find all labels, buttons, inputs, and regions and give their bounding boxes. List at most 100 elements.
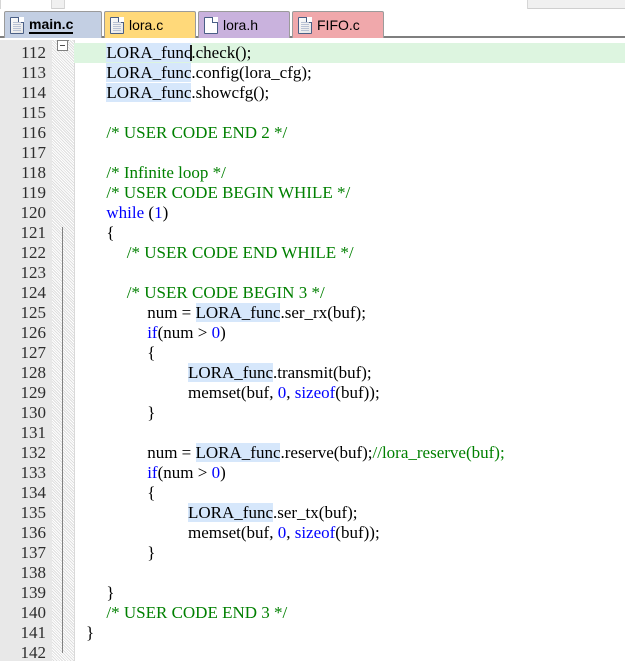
line-number: 122 bbox=[20, 243, 47, 262]
line-number: 128 bbox=[20, 363, 47, 382]
code-text: } bbox=[147, 403, 156, 422]
code-comment: /* USER CODE END WHILE */ bbox=[126, 243, 354, 262]
code-number: 0 bbox=[277, 383, 287, 402]
toolbar-group-main[interactable] bbox=[64, 0, 528, 9]
code-line[interactable]: /* USER CODE END 2 */ bbox=[74, 123, 625, 143]
code-line[interactable]: /* USER CODE BEGIN WHILE */ bbox=[74, 183, 625, 203]
code-line[interactable] bbox=[74, 143, 625, 163]
code-text: .transmit(buf); bbox=[272, 363, 372, 382]
code-line[interactable]: LORA_func.check(); bbox=[74, 43, 625, 63]
code-line[interactable] bbox=[74, 643, 625, 661]
code-line[interactable]: } bbox=[74, 543, 625, 563]
code-line-content: LORA_func.showcfg(); bbox=[74, 83, 269, 102]
fold-collapse-button[interactable] bbox=[57, 40, 68, 51]
editor-tab-lora-h[interactable]: lora.h bbox=[198, 11, 290, 38]
code-editor-window: main.c lora.c lora.h FIFO.c 112 113 114 115 116… bbox=[0, 0, 625, 661]
code-keyword: sizeof bbox=[294, 383, 336, 402]
editor-tab-FIFO-c[interactable]: FIFO.c bbox=[292, 11, 384, 38]
code-occurrence-highlight: LORA_func bbox=[106, 83, 192, 102]
code-line[interactable] bbox=[74, 103, 625, 123]
line-number: 119 bbox=[21, 183, 46, 202]
code-line[interactable]: LORA_func.config(lora_cfg); bbox=[74, 63, 625, 83]
code-line[interactable]: /* USER CODE END 3 */ bbox=[74, 603, 625, 623]
editor-body[interactable]: 112 113 114 115 116 117 118 119 120 121 122 123 124 1… bbox=[0, 40, 625, 661]
line-number: 118 bbox=[21, 163, 46, 182]
code-line[interactable] bbox=[74, 423, 625, 443]
code-number: 0 bbox=[277, 523, 287, 542]
code-comment: /* USER CODE END 3 */ bbox=[106, 603, 288, 622]
code-line[interactable]: memset(buf, 0, sizeof(buf)); bbox=[74, 523, 625, 543]
code-occurrence-highlight: LORA_func bbox=[106, 43, 192, 62]
line-number: 138 bbox=[20, 563, 47, 582]
code-line-content: /* USER CODE END 3 */ bbox=[74, 603, 287, 622]
code-text: , bbox=[286, 383, 295, 402]
code-line[interactable]: LORA_func.ser_tx(buf); bbox=[74, 503, 625, 523]
code-line[interactable]: /* USER CODE END WHILE */ bbox=[74, 243, 625, 263]
editor-tab-label: lora.h bbox=[223, 17, 259, 33]
code-line[interactable]: { bbox=[74, 483, 625, 503]
line-number: 117 bbox=[21, 143, 46, 162]
code-line[interactable]: { bbox=[74, 343, 625, 363]
code-line[interactable]: while (1) bbox=[74, 203, 625, 223]
code-line[interactable]: } bbox=[74, 583, 625, 603]
code-text: { bbox=[147, 483, 156, 502]
code-line-content bbox=[74, 563, 86, 582]
code-comment: /* USER CODE BEGIN 3 */ bbox=[126, 283, 325, 302]
code-line[interactable]: if(num > 0) bbox=[74, 463, 625, 483]
line-number: 141 bbox=[20, 623, 47, 642]
code-line[interactable]: if(num > 0) bbox=[74, 323, 625, 343]
code-line-content: } bbox=[74, 403, 155, 422]
code-comment: /* USER CODE END 2 */ bbox=[106, 123, 288, 142]
line-number: 121 bbox=[20, 223, 47, 242]
editor-tab-main-c[interactable]: main.c bbox=[4, 11, 102, 38]
line-number: 115 bbox=[21, 103, 46, 122]
code-line-content bbox=[74, 263, 86, 282]
code-line[interactable]: /* USER CODE BEGIN 3 */ bbox=[74, 283, 625, 303]
code-line-content bbox=[74, 103, 86, 122]
code-text: { bbox=[106, 223, 115, 242]
toolbar-group-left[interactable] bbox=[0, 0, 52, 9]
line-number-gutter: 112 113 114 115 116 117 118 119 120 121 122 123 124 1… bbox=[0, 40, 52, 661]
code-occurrence-highlight: LORA_func bbox=[195, 303, 281, 322]
line-number: 112 bbox=[21, 43, 46, 62]
code-keyword: sizeof bbox=[294, 523, 336, 542]
line-number: 126 bbox=[20, 323, 47, 342]
line-number: 114 bbox=[21, 83, 46, 102]
fold-end-marker bbox=[62, 40, 69, 41]
code-folding-margin[interactable] bbox=[52, 40, 74, 661]
code-line[interactable] bbox=[74, 263, 625, 283]
code-line-content: /* USER CODE END WHILE */ bbox=[74, 243, 354, 262]
code-line[interactable] bbox=[74, 563, 625, 583]
code-line-content: { bbox=[74, 483, 155, 502]
code-line[interactable]: } bbox=[74, 403, 625, 423]
editor-tab-lora-c[interactable]: lora.c bbox=[104, 11, 196, 38]
code-text-area[interactable]: LORA_func.check(); LORA_func.config(lora_… bbox=[74, 40, 625, 661]
code-text: .ser_tx(buf); bbox=[272, 503, 358, 522]
code-line[interactable]: LORA_func.showcfg(); bbox=[74, 83, 625, 103]
code-comment: /* USER CODE BEGIN WHILE */ bbox=[106, 183, 351, 202]
code-line-content: } bbox=[74, 543, 155, 562]
line-number: 136 bbox=[20, 523, 47, 542]
code-line-content: /* USER CODE BEGIN 3 */ bbox=[74, 283, 325, 302]
code-line-content bbox=[74, 143, 86, 162]
code-occurrence-highlight: LORA_func bbox=[188, 503, 273, 522]
code-line[interactable]: { bbox=[74, 223, 625, 243]
code-line-content: { bbox=[74, 343, 155, 362]
file-icon bbox=[204, 16, 218, 34]
code-line[interactable]: /* Infinite loop */ bbox=[74, 163, 625, 183]
code-line[interactable]: } bbox=[74, 623, 625, 643]
toolbar-strip bbox=[0, 0, 625, 9]
code-line-content: { bbox=[74, 223, 115, 242]
code-number: 0 bbox=[211, 323, 221, 342]
code-line[interactable]: memset(buf, 0, sizeof(buf)); bbox=[74, 383, 625, 403]
code-line[interactable]: num = LORA_func.reserve(buf);//lora_rese… bbox=[74, 443, 625, 463]
code-line-content: LORA_func.check(); bbox=[74, 43, 251, 62]
line-number: 140 bbox=[20, 603, 47, 622]
line-number: 123 bbox=[20, 263, 47, 282]
code-text: { bbox=[147, 343, 156, 362]
code-text: ( bbox=[144, 203, 155, 222]
code-text: (buf)); bbox=[335, 523, 380, 542]
code-text: .reserve(buf); bbox=[280, 443, 373, 462]
code-line[interactable]: num = LORA_func.ser_rx(buf); bbox=[74, 303, 625, 323]
code-line[interactable]: LORA_func.transmit(buf); bbox=[74, 363, 625, 383]
